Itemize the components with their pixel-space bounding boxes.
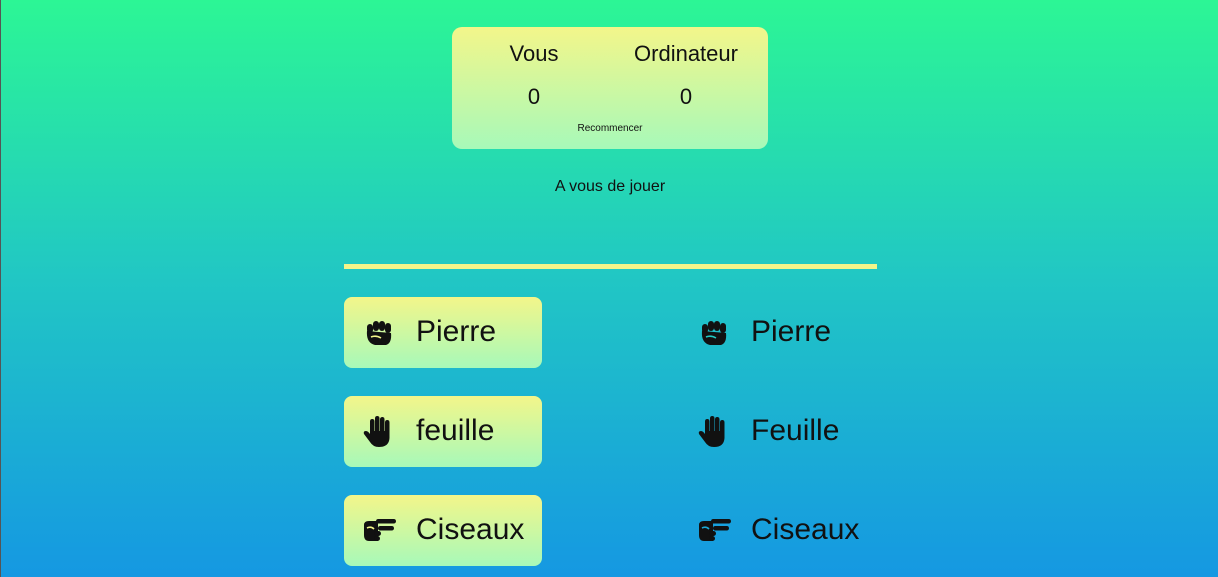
player-choice-scissors-label: Ciseaux [416, 513, 525, 546]
scoreboard: Vous 0 Ordinateur 0 Recommencer [452, 27, 768, 149]
computer-choice-rock: Pierre [679, 297, 877, 368]
player-choice-scissors-button[interactable]: Ciseaux [344, 495, 542, 566]
player-choice-paper-label: feuille [416, 414, 495, 447]
computer-choice-paper-label: Feuille [751, 414, 840, 447]
player-choice-rock-button[interactable]: Pierre [344, 297, 542, 368]
computer-score: 0 [679, 84, 693, 109]
computer-choice-scissors-label: Ciseaux [751, 513, 860, 546]
computer-choice-paper: Feuille [679, 396, 877, 467]
player-label: Vous [509, 41, 559, 66]
scissors-hand-icon [364, 519, 396, 541]
status-message: A vous de jouer [554, 178, 666, 195]
computer-label: Ordinateur [634, 41, 738, 66]
paper-hand-icon [698, 416, 725, 447]
rock-fist-icon [701, 321, 727, 345]
paper-hand-icon [363, 416, 390, 447]
computer-choice-rock-label: Pierre [751, 315, 832, 348]
player-choice-rock-label: Pierre [416, 315, 497, 348]
restart-button[interactable]: Recommencer [452, 123, 768, 135]
player-choice-paper-button[interactable]: feuille [344, 396, 542, 467]
scissors-hand-icon [699, 519, 731, 541]
divider [344, 264, 877, 269]
rock-fist-icon [366, 321, 392, 345]
player-score: 0 [527, 84, 541, 109]
computer-choice-scissors: Ciseaux [679, 495, 877, 566]
